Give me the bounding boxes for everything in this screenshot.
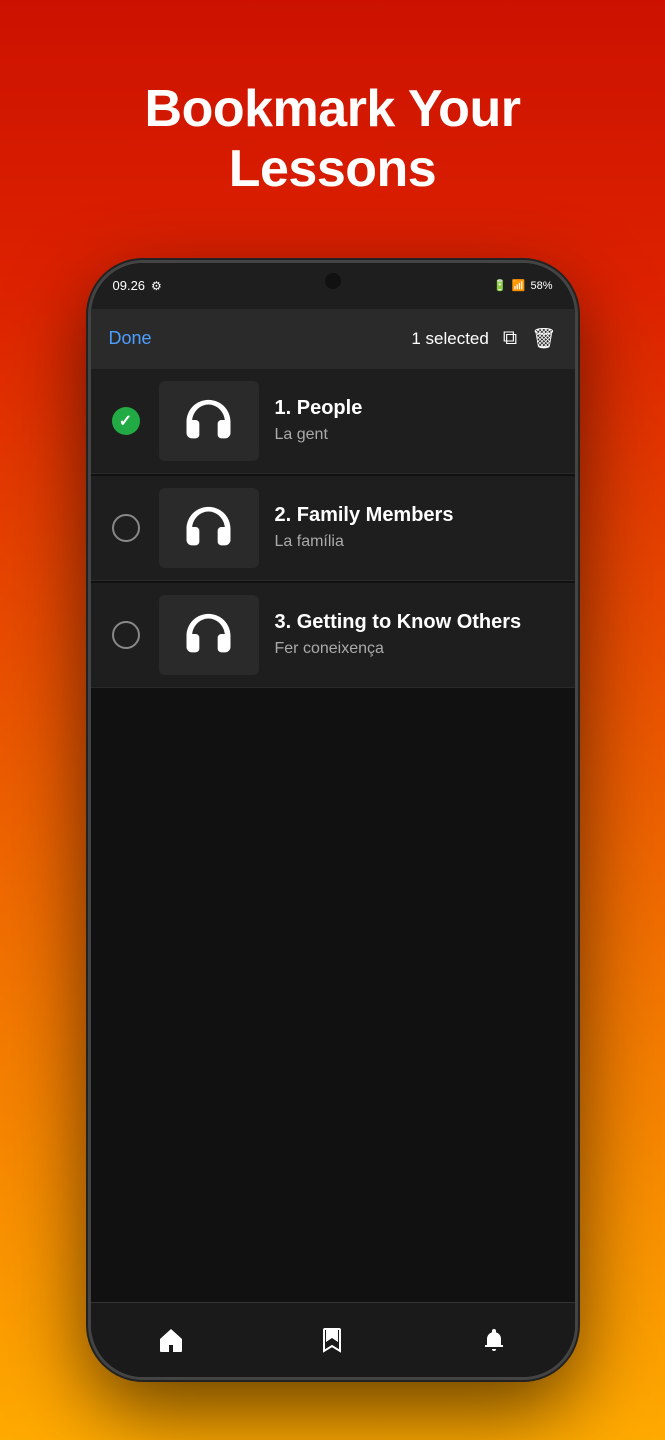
- home-nav-button[interactable]: [141, 1310, 201, 1370]
- top-action-bar: Done 1 selected ⧉ 🗑: [91, 309, 575, 369]
- lesson-2-radio[interactable]: [109, 514, 143, 542]
- battery-percent: 58%: [530, 280, 552, 292]
- list-item[interactable]: 2. Family Members La família: [91, 476, 575, 581]
- lesson-1-info: 1. People La gent: [275, 397, 557, 444]
- selected-count-label: 1 selected: [411, 329, 489, 349]
- lesson-3-radio[interactable]: [109, 621, 143, 649]
- lesson-2-subtitle: La família: [275, 533, 557, 551]
- bookmark-nav-button[interactable]: [302, 1310, 362, 1370]
- battery-icon: 🔋: [493, 279, 507, 292]
- list-item[interactable]: 1. People La gent: [91, 369, 575, 474]
- notifications-nav-button[interactable]: [464, 1310, 524, 1370]
- signal-icon: 📶: [512, 279, 526, 292]
- lesson-2-info: 2. Family Members La família: [275, 504, 557, 551]
- lesson-2-title: 2. Family Members: [275, 504, 557, 527]
- lesson-1-thumbnail: [159, 381, 259, 461]
- radio-checked-icon: [112, 407, 140, 435]
- lesson-2-thumbnail: [159, 488, 259, 568]
- radio-unchecked-icon: [112, 514, 140, 542]
- camera-notch: [325, 273, 341, 289]
- lesson-3-info: 3. Getting to Know Others Fer coneixença: [275, 611, 557, 658]
- lesson-1-subtitle: La gent: [275, 426, 557, 444]
- copy-icon[interactable]: ⧉: [503, 327, 517, 350]
- page-title: Bookmark YourLessons: [105, 80, 561, 200]
- lesson-1-radio[interactable]: [109, 407, 143, 435]
- status-time: 09.26: [113, 278, 146, 293]
- lesson-list: 1. People La gent 2. Family Members La f…: [91, 369, 575, 1302]
- lesson-3-thumbnail: [159, 595, 259, 675]
- lesson-1-title: 1. People: [275, 397, 557, 420]
- lesson-3-subtitle: Fer coneixença: [275, 640, 557, 658]
- radio-unchecked-icon: [112, 621, 140, 649]
- phone-frame: 09.26 ⚙ 🔋 📶 58% Done 1 selected ⧉ 🗑: [88, 260, 578, 1380]
- settings-gear-icon: ⚙: [151, 279, 162, 293]
- lesson-3-title: 3. Getting to Know Others: [275, 611, 557, 634]
- bottom-navigation: [91, 1302, 575, 1377]
- delete-icon[interactable]: 🗑: [531, 326, 556, 351]
- done-button[interactable]: Done: [109, 328, 152, 349]
- list-item[interactable]: 3. Getting to Know Others Fer coneixença: [91, 583, 575, 688]
